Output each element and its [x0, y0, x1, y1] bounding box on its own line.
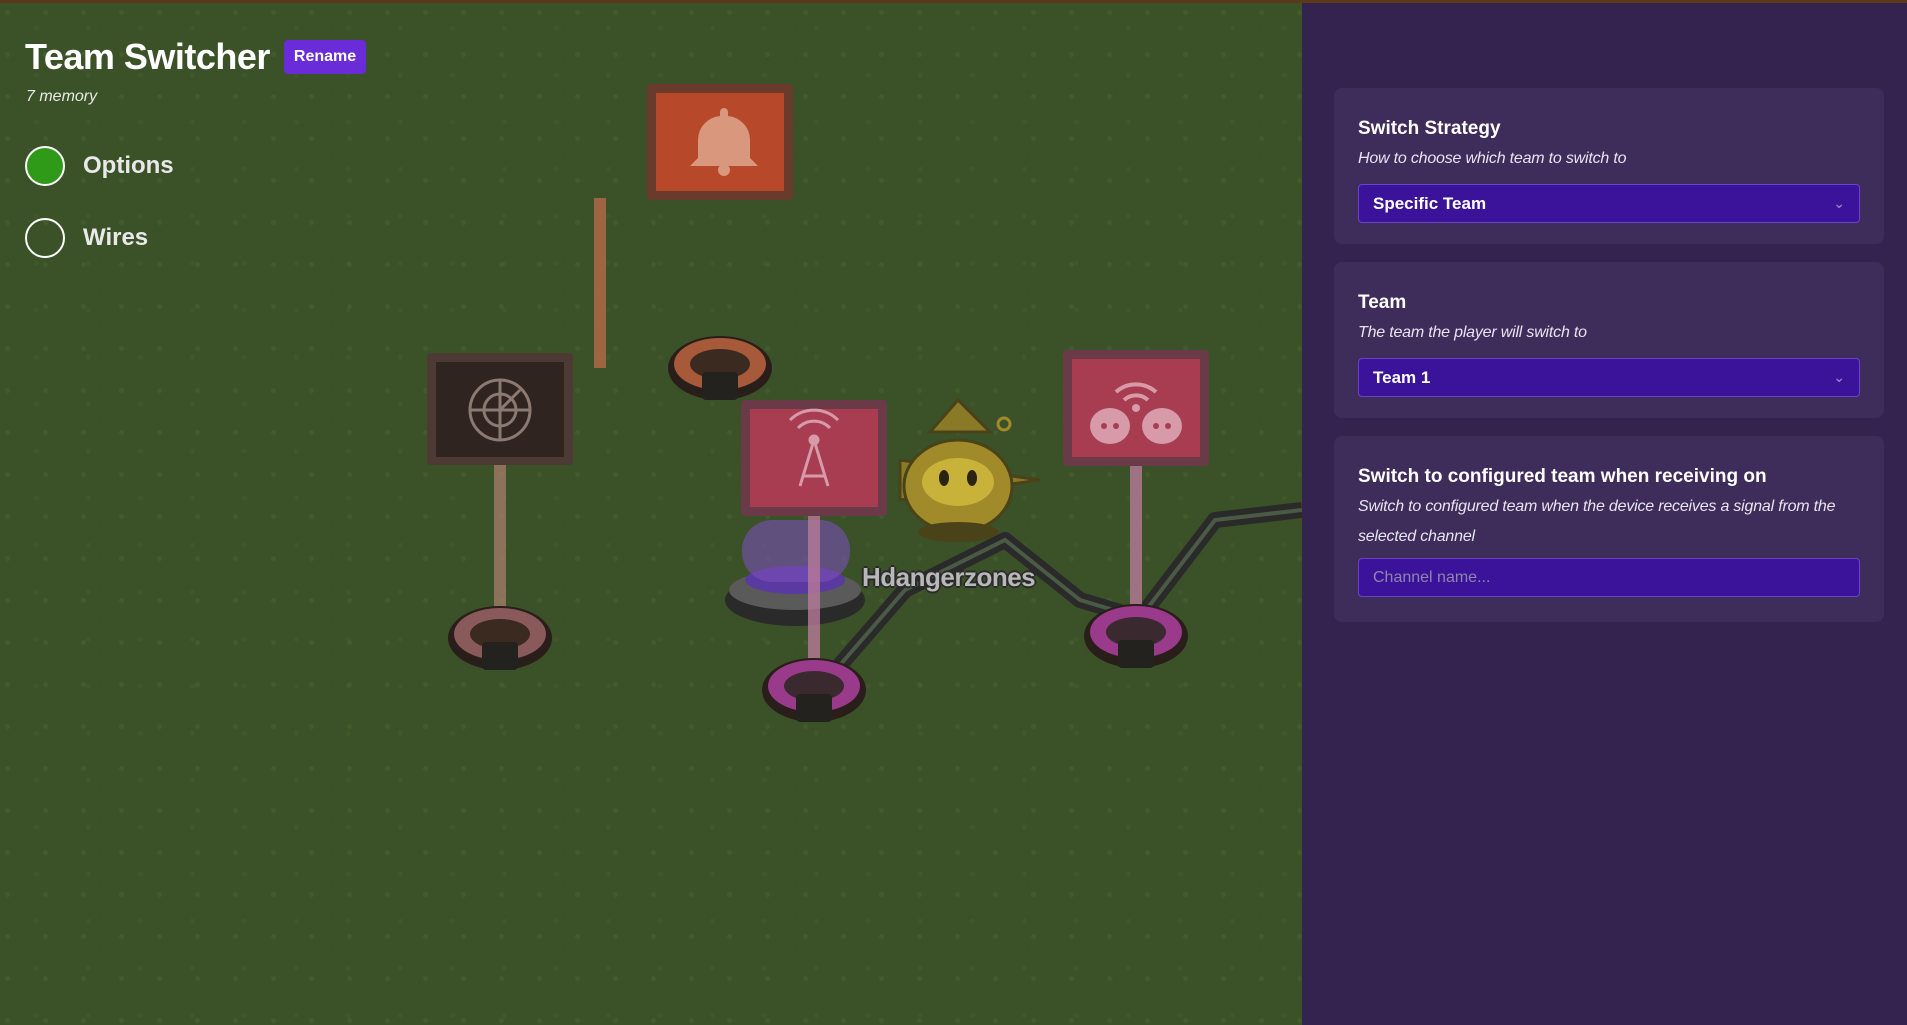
channel-title: Switch to configured team when receiving…	[1358, 466, 1767, 487]
game-canvas[interactable]: Hdangerzones Team Switcher Rename 7 memo…	[0, 0, 1302, 1025]
switch-strategy-title: Switch Strategy	[1358, 118, 1501, 139]
radar-icon	[468, 378, 532, 442]
tab-options-label: Options	[83, 152, 174, 179]
channel-name-input[interactable]: Channel name...	[1358, 558, 1860, 597]
rename-button[interactable]: Rename	[283, 40, 367, 74]
channel-description: Switch to configured team when the devic…	[1358, 498, 1836, 545]
switch-strategy-card: Switch Strategy How to choose which team…	[1334, 88, 1884, 244]
switch-strategy-description: How to choose which team to switch to	[1358, 150, 1627, 167]
channel-card: Switch to configured team when receiving…	[1334, 436, 1884, 622]
tab-wires[interactable]: Wires	[25, 218, 148, 258]
player-name-label: Hdangerzones	[862, 562, 1036, 592]
spawn-pad	[725, 520, 865, 626]
team-title: Team	[1358, 292, 1407, 313]
top-border	[0, 0, 1907, 3]
team-value: Team 1	[1373, 367, 1431, 387]
device-header: Team Switcher Rename	[25, 36, 367, 78]
player-character[interactable]	[898, 397, 1041, 542]
chevron-down-icon: ⌄	[1833, 369, 1845, 385]
bell-device[interactable]	[594, 84, 793, 400]
memory-label: 7 memory	[26, 88, 98, 105]
tab-wires-indicator	[25, 218, 65, 258]
team-card: Team The team the player will switch to …	[1334, 262, 1884, 418]
tab-wires-label: Wires	[83, 224, 149, 251]
switch-strategy-value: Specific Team	[1373, 193, 1487, 213]
device-title: Team Switcher	[25, 36, 270, 77]
scene-graphics	[427, 84, 1302, 722]
options-panel: Switch Strategy How to choose which team…	[1302, 0, 1907, 1025]
tab-options-indicator	[25, 146, 65, 186]
radar-device[interactable]	[427, 353, 573, 670]
chevron-down-icon: ⌄	[1833, 195, 1845, 211]
wifi-device[interactable]	[1063, 350, 1209, 668]
team-description: The team the player will switch to	[1358, 324, 1587, 341]
tab-options[interactable]: Options	[25, 146, 174, 186]
switch-strategy-select[interactable]: Specific Team ⌄	[1358, 184, 1860, 223]
team-select[interactable]: Team 1 ⌄	[1358, 358, 1860, 397]
